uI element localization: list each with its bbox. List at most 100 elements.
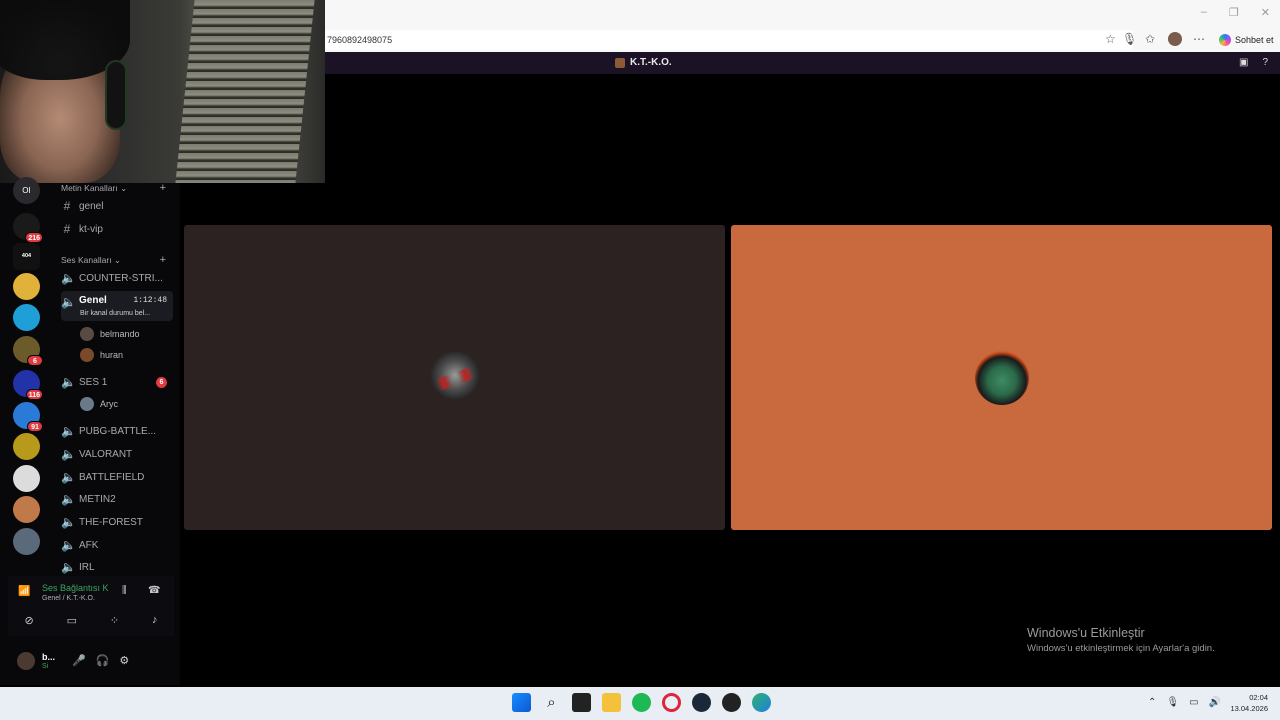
- server-item[interactable]: 6: [13, 336, 43, 366]
- activities-icon[interactable]: ⁘: [110, 614, 119, 627]
- mic-icon[interactable]: 🎙: [1122, 32, 1137, 46]
- voice-channel-battlefield[interactable]: 🔈 BATTLEFIELD: [61, 467, 173, 487]
- headphones-icon[interactable]: 🎧: [96, 654, 110, 667]
- spotify-icon[interactable]: [632, 693, 651, 712]
- server-item[interactable]: 91: [13, 402, 43, 432]
- server-item[interactable]: 216: [13, 213, 43, 243]
- profile-avatar[interactable]: [1168, 32, 1182, 46]
- avatar: [80, 397, 94, 411]
- speaker-icon: 🔈: [61, 538, 76, 552]
- search-icon[interactable]: ⌕: [542, 693, 561, 712]
- screen-share-icon[interactable]: ▭: [67, 614, 77, 627]
- browser-toolbar: 7960892498075 ☆ 🎙 ✩ ⋯ Sohbet et: [325, 28, 1280, 52]
- server-title: K.T.-K.O.: [615, 57, 672, 68]
- address-bar[interactable]: 7960892498075: [325, 30, 1133, 50]
- speaker-icon: 🔈: [61, 470, 76, 484]
- voice-channel-valorant[interactable]: 🔈 VALORANT: [61, 444, 173, 464]
- avatar[interactable]: [17, 652, 35, 670]
- help-icon[interactable]: ?: [1262, 57, 1268, 68]
- hash-icon: #: [63, 222, 71, 236]
- taskbar-apps: ⌕: [512, 693, 771, 712]
- voice-user[interactable]: belmando: [80, 327, 140, 341]
- server-item[interactable]: 404 ERROR: [13, 243, 40, 286]
- voice-connection-location[interactable]: Genel / K.T.-K.O.: [42, 595, 95, 602]
- avatar: [80, 327, 94, 341]
- sidebar: OI 216 404 ERROR 6 116 91 Metin Kanallar…: [0, 177, 180, 685]
- steam-icon[interactable]: [692, 693, 711, 712]
- voice-channel-counter-strike[interactable]: 🔈 COUNTER-STRI...: [61, 268, 173, 288]
- server-icon: [615, 57, 625, 68]
- voice-actions: ⊘ ▭ ⁘ ♪: [8, 609, 174, 631]
- microphone-icon[interactable]: 🎤: [72, 654, 86, 667]
- copilot-chat-button[interactable]: Sohbet et: [1213, 30, 1280, 50]
- microphone-icon[interactable]: 🎙: [1166, 697, 1179, 708]
- add-text-channel-button[interactable]: +: [160, 183, 166, 194]
- voice-channel-afk[interactable]: 🔈 AFK: [61, 535, 173, 555]
- more-icon[interactable]: ⋯: [1193, 32, 1205, 46]
- voice-channel-ses-1[interactable]: 🔈 SES 16: [61, 372, 173, 392]
- minimize-button[interactable]: –: [1201, 6, 1207, 19]
- display-icon[interactable]: ▭: [1189, 697, 1198, 708]
- settings-icon[interactable]: ⚙: [119, 654, 129, 667]
- server-item[interactable]: [13, 273, 40, 300]
- disconnect-icon[interactable]: ☎: [148, 585, 160, 596]
- speaker-icon: 🔈: [61, 295, 76, 309]
- voice-connection-panel: 📶 Ses Bağlantısı K Genel / K.T.-K.O. ⫼ ☎…: [8, 576, 174, 636]
- voice-channel-pubg[interactable]: 🔈 PUBG-BATTLE...: [61, 421, 173, 441]
- speaker-icon: 🔈: [61, 424, 76, 438]
- header-actions: ▣ ?: [1239, 57, 1268, 68]
- unread-badge: 6: [156, 376, 167, 388]
- voice-user[interactable]: huran: [80, 348, 123, 362]
- server-item[interactable]: OI: [13, 177, 40, 204]
- channel-kt-vip[interactable]: # kt-vip: [61, 219, 173, 239]
- star-icon[interactable]: ☆: [1105, 32, 1116, 46]
- speaker-icon: 🔈: [61, 515, 76, 529]
- mention-badge: 6: [27, 355, 43, 366]
- soundboard-icon[interactable]: ♪: [152, 614, 158, 626]
- window-controls: – ❐ ✕: [1201, 6, 1270, 19]
- voice-channel-metin2[interactable]: 🔈 METIN2: [61, 489, 173, 509]
- voice-connection-title[interactable]: Ses Bağlantısı K: [42, 583, 114, 593]
- obs-icon[interactable]: [722, 693, 741, 712]
- channel-list: Metin Kanalları ⌄ + # genel # kt-vip Ses K…: [55, 183, 180, 583]
- add-voice-channel-button[interactable]: +: [160, 255, 166, 266]
- taskbar: ⌕ ⌃ 🎙 ▭ 🔊 02:04 13.04.2026: [0, 687, 1280, 720]
- volume-icon[interactable]: 🔊: [1209, 697, 1221, 708]
- camera-off-icon[interactable]: ⊘: [24, 614, 33, 627]
- noise-suppression-icon[interactable]: ⫼: [122, 585, 127, 596]
- text-category[interactable]: Metin Kanalları ⌄: [61, 183, 127, 194]
- server-item[interactable]: [13, 433, 40, 460]
- headset: [105, 60, 127, 130]
- participant-tile[interactable]: [731, 225, 1272, 530]
- participant-tile[interactable]: [184, 225, 725, 530]
- close-button[interactable]: ✕: [1261, 6, 1270, 19]
- signal-icon[interactable]: 📶: [18, 586, 30, 597]
- favorites-icon[interactable]: ✩: [1145, 32, 1155, 46]
- server-item[interactable]: [13, 465, 40, 492]
- system-tray: ⌃ 🎙 ▭ 🔊: [1148, 697, 1221, 708]
- window-blinds: [175, 0, 315, 183]
- server-item[interactable]: [13, 528, 40, 555]
- username[interactable]: b...: [42, 652, 55, 662]
- maximize-button[interactable]: ❐: [1229, 6, 1239, 19]
- task-view-icon[interactable]: [572, 693, 591, 712]
- start-icon[interactable]: [512, 693, 531, 712]
- server-item[interactable]: 116: [13, 370, 43, 400]
- server-item[interactable]: [13, 304, 40, 331]
- app-header: K.T.-K.O. ▣ ?: [325, 52, 1280, 74]
- server-item[interactable]: [13, 496, 40, 523]
- file-explorer-icon[interactable]: [602, 693, 621, 712]
- inbox-icon[interactable]: ▣: [1239, 57, 1248, 68]
- speaker-icon: 🔈: [61, 375, 76, 389]
- voice-channel-the-forest[interactable]: 🔈 THE-FOREST: [61, 512, 173, 532]
- chevron-up-icon[interactable]: ⌃: [1148, 697, 1156, 708]
- voice-channel-irl[interactable]: 🔈 IRL: [61, 557, 173, 577]
- clock-time: 02:04: [1249, 693, 1268, 702]
- clock[interactable]: 02:04 13.04.2026: [1224, 692, 1268, 714]
- edge-icon[interactable]: [752, 693, 771, 712]
- voice-user[interactable]: Aryc: [80, 397, 118, 411]
- opera-icon[interactable]: [662, 693, 681, 712]
- voice-category[interactable]: Ses Kanalları ⌄: [61, 255, 121, 266]
- user-status: Si: [42, 663, 49, 670]
- channel-genel[interactable]: # genel: [61, 196, 173, 216]
